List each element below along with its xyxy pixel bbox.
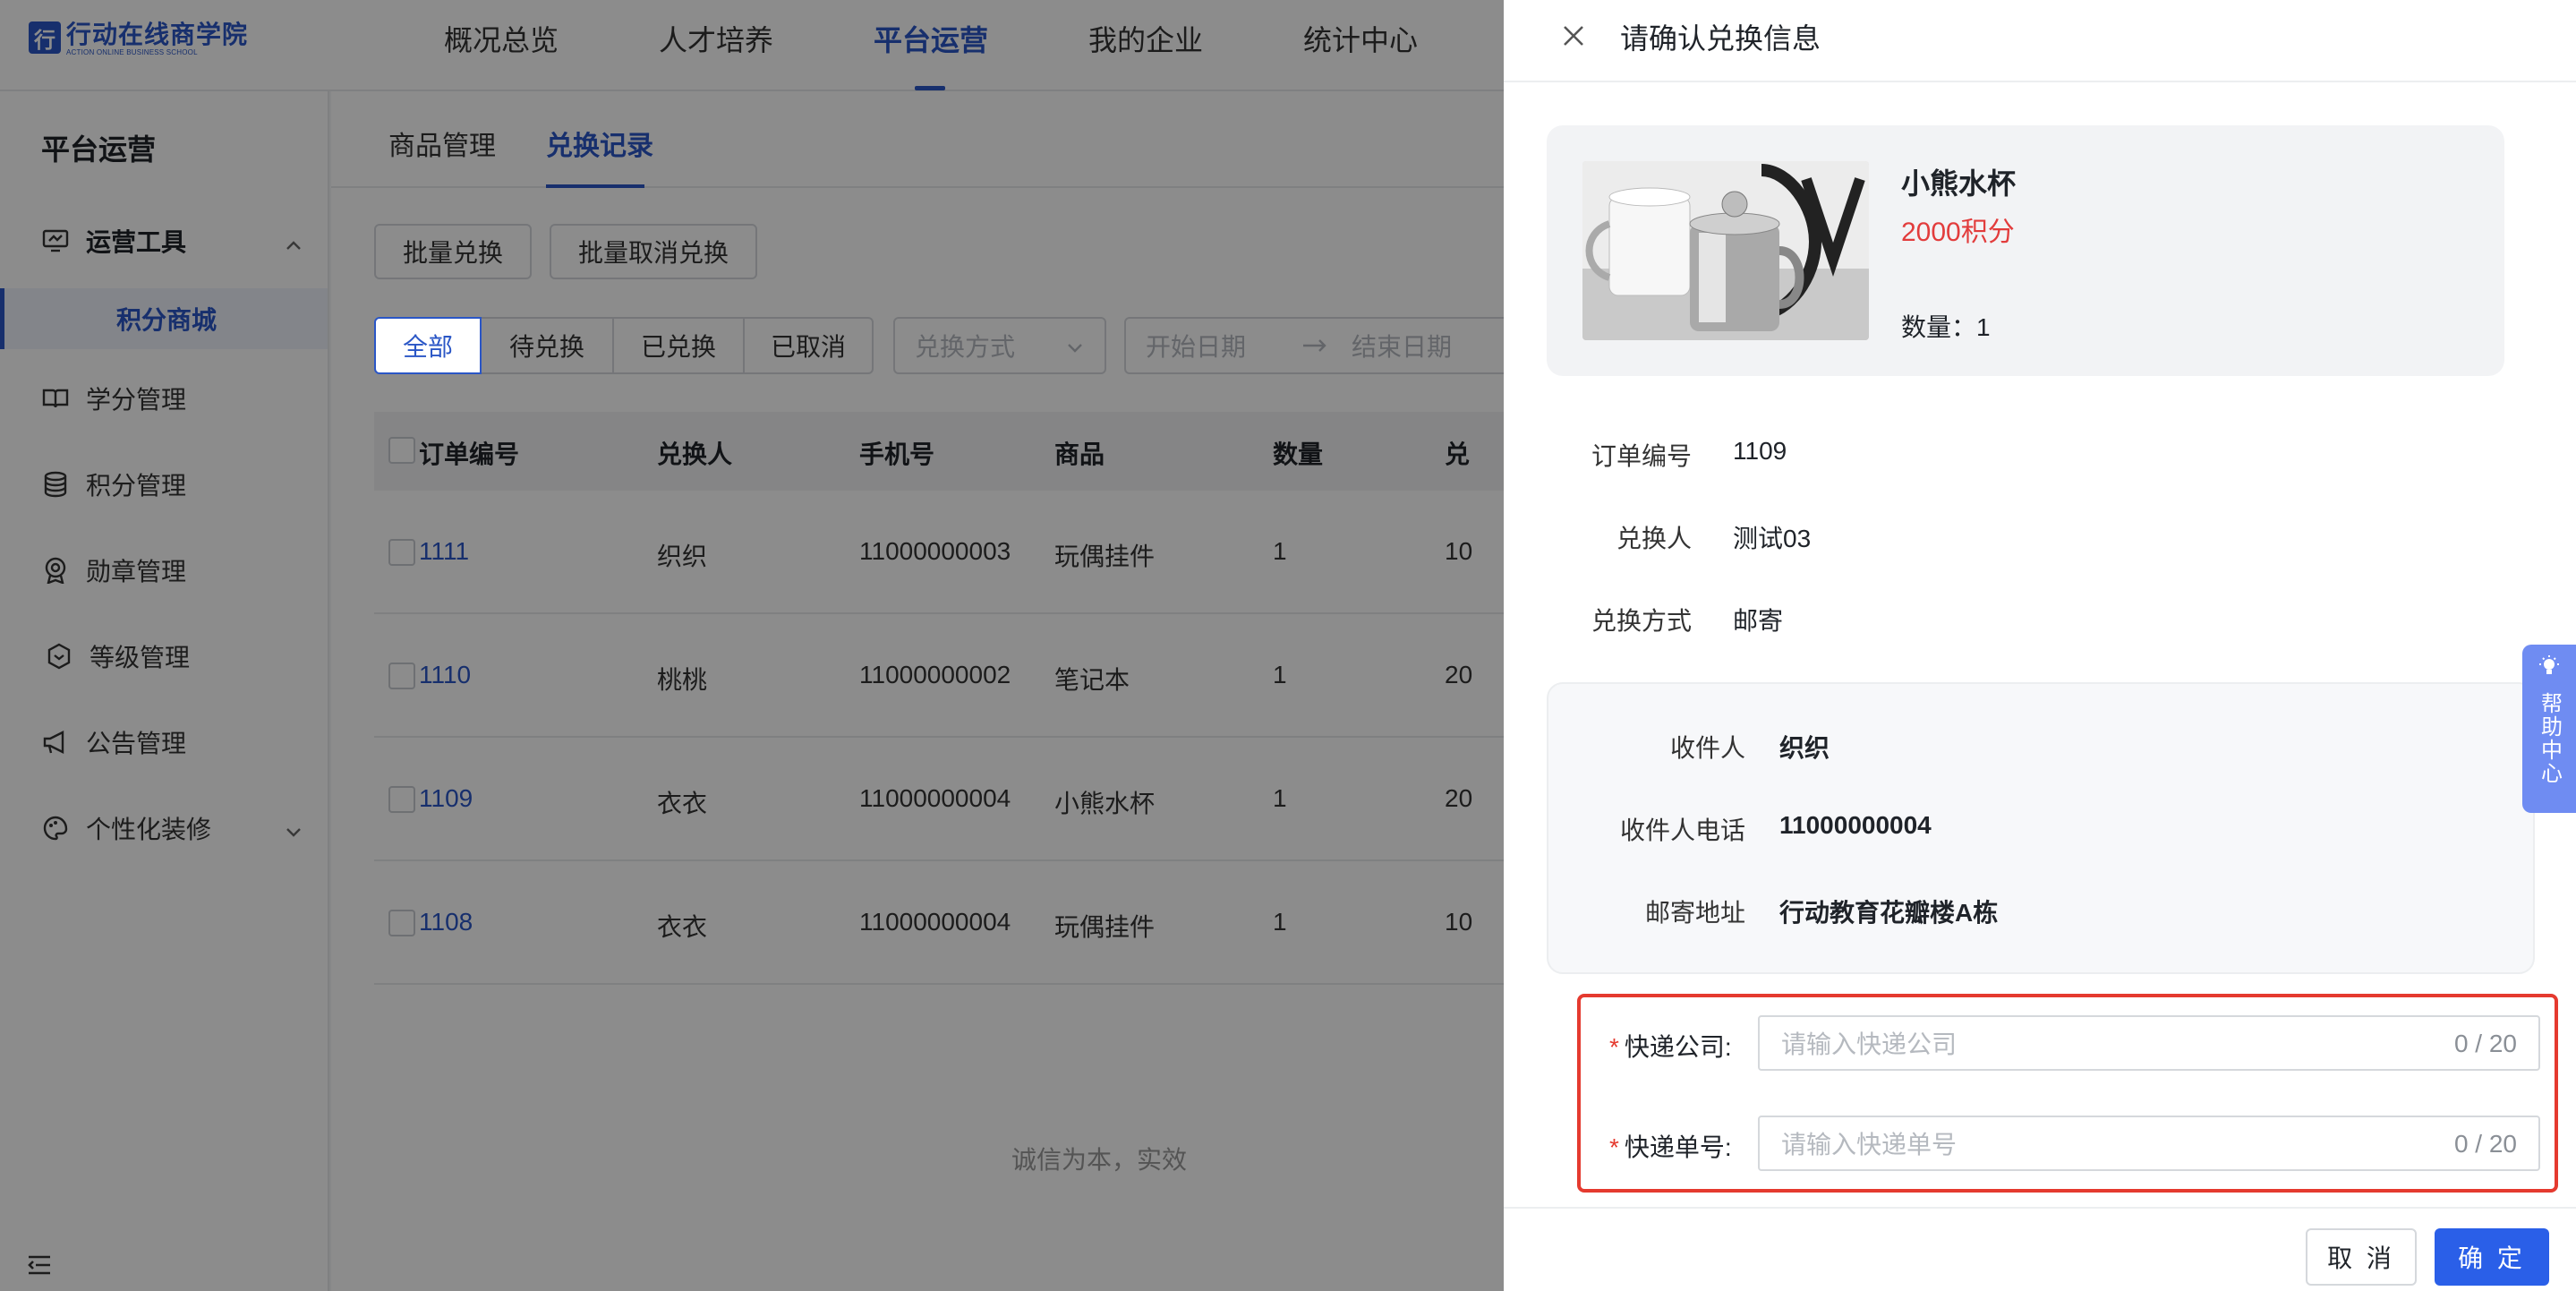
input-placeholder: 请输入快递公司 bbox=[1781, 1030, 1958, 1058]
quantity-value: 1 bbox=[1976, 313, 1991, 341]
recipient-phone-label: 收件人电话 bbox=[1619, 816, 1745, 844]
tracking-number-input[interactable]: 请输入快递单号 0 / 20 bbox=[1758, 1116, 2540, 1171]
cancel-button[interactable]: 取 消 bbox=[2306, 1228, 2417, 1286]
close-icon[interactable] bbox=[1557, 20, 1590, 52]
modal-overlay[interactable] bbox=[0, 0, 1504, 1291]
courier-company-label-text: 快递公司: bbox=[1624, 1033, 1732, 1061]
tracking-number-label: * 快递单号: bbox=[1609, 1128, 1732, 1164]
drawer-footer: 取 消 确 定 bbox=[1504, 1207, 2576, 1291]
input-placeholder: 请输入快递单号 bbox=[1781, 1131, 1958, 1158]
courier-company-label: * 快递公司: bbox=[1609, 1028, 1732, 1064]
char-counter: 0 / 20 bbox=[2453, 1130, 2517, 1158]
drawer-header: 请确认兑换信息 bbox=[1504, 0, 2576, 82]
redeemer-value: 测试03 bbox=[1733, 525, 1812, 552]
required-mark: * bbox=[1609, 1033, 1619, 1061]
help-center-label: 帮助中心 bbox=[2537, 692, 2562, 785]
quantity-label: 数量： bbox=[1901, 313, 1977, 341]
shipping-form-highlight: * 快递公司: 请输入快递公司 0 / 20 * 快递单号: 请输入快递单号 0 /… bbox=[1577, 994, 2558, 1193]
drawer-title: 请确认兑换信息 bbox=[1620, 22, 1821, 55]
tracking-number-label-text: 快递单号: bbox=[1624, 1133, 1732, 1161]
courier-company-input[interactable]: 请输入快递公司 0 / 20 bbox=[1758, 1015, 2540, 1071]
char-counter: 0 / 20 bbox=[2453, 1030, 2517, 1057]
recipient-label: 收件人 bbox=[1669, 734, 1745, 762]
recipient-phone-value: 11000000004 bbox=[1779, 811, 1932, 839]
lightbulb-icon bbox=[2539, 655, 2559, 685]
product-card: 小熊水杯 2000积分 数量：1 bbox=[1547, 125, 2504, 376]
confirm-drawer: 请确认兑换信息 小熊水杯 2000积分 数量：1 订单编号 1109 兑换人 测… bbox=[1504, 0, 2576, 1291]
order-number-value: 1109 bbox=[1733, 437, 1787, 465]
product-image bbox=[1582, 161, 1869, 340]
redeem-method-value: 邮寄 bbox=[1733, 607, 1784, 635]
filter-all[interactable]: 全部 bbox=[374, 317, 482, 374]
help-center-tab[interactable]: 帮助中心 bbox=[2522, 645, 2576, 813]
confirm-button[interactable]: 确 定 bbox=[2435, 1228, 2549, 1286]
recipient-value: 织织 bbox=[1779, 734, 1830, 762]
redeemer-label: 兑换人 bbox=[1616, 525, 1692, 552]
order-number-label: 订单编号 bbox=[1591, 442, 1692, 470]
product-name: 小熊水杯 bbox=[1901, 167, 2017, 200]
redeem-method-label: 兑换方式 bbox=[1591, 607, 1692, 635]
address-value: 行动教育花瓣楼A栋 bbox=[1779, 899, 1999, 927]
required-mark: * bbox=[1609, 1133, 1619, 1161]
product-quantity: 数量：1 bbox=[1901, 308, 1991, 344]
recipient-info: 收件人 织织 收件人电话 11000000004 邮寄地址 行动教育花瓣楼A栋 bbox=[1547, 682, 2535, 974]
address-label: 邮寄地址 bbox=[1644, 899, 1745, 927]
product-points: 2000积分 bbox=[1901, 218, 2015, 247]
